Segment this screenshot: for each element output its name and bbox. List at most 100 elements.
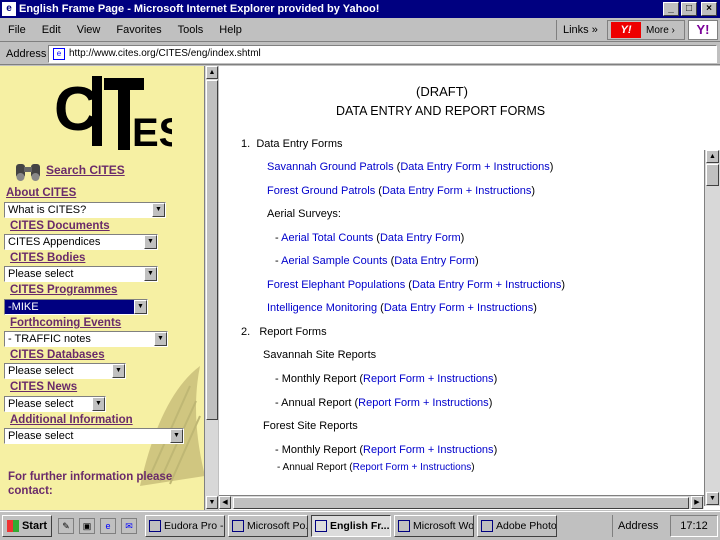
left-frame-scrollbar[interactable]: ▲ ▼ <box>204 66 218 510</box>
menu-file[interactable]: File <box>0 24 34 36</box>
horizontal-scrollbar[interactable]: ◀ ▶ <box>219 495 704 509</box>
edit-icon[interactable]: ✎ <box>58 518 74 534</box>
window-title: English Frame Page - Microsoft Internet … <box>19 3 380 15</box>
section-data-entry-forms: 1. Data Entry Forms <box>241 138 343 150</box>
forthcoming-events-label[interactable]: Forthcoming Events <box>10 317 121 329</box>
scroll-down-icon[interactable]: ▼ <box>706 492 719 505</box>
chevron-down-icon[interactable]: ▼ <box>152 203 165 217</box>
cites-databases-select[interactable]: Please select ▼ <box>4 363 126 379</box>
task-eudora[interactable]: Eudora Pro - ... <box>145 515 225 537</box>
scroll-thumb[interactable] <box>706 164 719 186</box>
cites-documents-label[interactable]: CITES Documents <box>10 220 110 232</box>
aerial-total-counts-form-link[interactable]: Data Entry Form <box>380 232 461 244</box>
cites-programmes-label[interactable]: CITES Programmes <box>10 284 117 296</box>
forest-ground-patrols-item: Forest Ground Patrols (Data Entry Form +… <box>267 185 536 197</box>
forest-ground-patrols-link[interactable]: Forest Ground Patrols <box>267 185 375 197</box>
cites-databases-label[interactable]: CITES Databases <box>10 349 105 361</box>
tray-address-toolbar[interactable]: Address <box>612 515 667 537</box>
additional-information-label[interactable]: Additional Information <box>10 414 133 426</box>
scroll-left-icon[interactable]: ◀ <box>219 496 231 509</box>
chevron-down-icon[interactable]: ▼ <box>112 364 125 378</box>
word-icon <box>398 520 410 532</box>
address-input[interactable]: e http://www.cites.org/CITES/eng/index.s… <box>48 45 717 63</box>
menu-tools[interactable]: Tools <box>170 24 212 36</box>
about-cites-label[interactable]: About CITES <box>6 187 76 199</box>
about-cites-select[interactable]: What is CITES? ▼ <box>4 202 166 218</box>
start-button[interactable]: Start <box>2 515 52 537</box>
forest-elephant-populations-item: Forest Elephant Populations (Data Entry … <box>267 279 566 291</box>
yahoo-more-button[interactable]: More › <box>646 25 675 36</box>
outlook-icon[interactable]: ✉ <box>121 518 137 534</box>
aerial-sample-counts-form-link[interactable]: Data Entry Form <box>394 255 475 267</box>
scroll-thumb[interactable] <box>233 497 689 509</box>
savannah-monthly-report-item: - Monthly Report (Report Form + Instruct… <box>275 373 498 385</box>
yahoo-logo-icon[interactable]: Y! <box>611 22 641 38</box>
task-photoshop[interactable]: Adobe Photo... <box>477 515 557 537</box>
savannah-annual-report-link[interactable]: Report Form + Instructions <box>358 397 489 409</box>
cites-programmes-select[interactable]: -MIKE ▼ <box>4 299 148 315</box>
savannah-ground-patrols-form-link[interactable]: Data Entry Form + Instructions <box>400 161 549 173</box>
links-chevron-icon[interactable]: » <box>592 24 598 36</box>
address-label: Address <box>6 47 47 60</box>
close-button[interactable]: × <box>701 2 717 16</box>
aerial-sample-counts-link[interactable]: Aerial Sample Counts <box>281 255 387 267</box>
forest-monthly-report-link[interactable]: Report Form + Instructions <box>363 444 494 456</box>
powerpoint-icon <box>232 520 244 532</box>
savannah-ground-patrols-link[interactable]: Savannah Ground Patrols <box>267 161 394 173</box>
clock: 17:12 <box>670 515 718 537</box>
scroll-right-icon[interactable]: ▶ <box>691 496 703 509</box>
search-cites[interactable]: Search CITES <box>14 158 125 182</box>
windows-flag-icon <box>6 520 19 532</box>
chevron-down-icon[interactable]: ▼ <box>144 267 157 281</box>
links-toolbar[interactable]: Links » <box>556 20 604 40</box>
forest-annual-report-item: - Annual Report (Report Form + Instructi… <box>277 462 475 473</box>
intelligence-monitoring-form-link[interactable]: Data Entry Form + Instructions <box>384 302 533 314</box>
scroll-down-icon[interactable]: ▼ <box>206 496 218 509</box>
aerial-sample-counts-item: - Aerial Sample Counts (Data Entry Form) <box>275 255 479 267</box>
aerial-total-counts-link[interactable]: Aerial Total Counts <box>281 232 373 244</box>
cites-news-select[interactable]: Please select ▼ <box>4 396 106 412</box>
forthcoming-events-select[interactable]: - TRAFFIC notes ▼ <box>4 331 168 347</box>
chevron-down-icon[interactable]: ▼ <box>144 235 157 249</box>
scroll-up-icon[interactable]: ▲ <box>706 150 719 163</box>
content-scrollbar[interactable]: ▲ ▼ <box>704 150 720 506</box>
ie-task-icon <box>315 520 327 532</box>
further-information-text: For further information please contact: <box>8 471 173 497</box>
search-cites-link[interactable]: Search CITES <box>46 163 125 177</box>
task-english-frame[interactable]: English Fr... <box>311 515 391 537</box>
scroll-up-icon[interactable]: ▲ <box>206 66 218 79</box>
minimize-button[interactable]: _ <box>663 2 679 16</box>
forest-elephant-populations-link[interactable]: Forest Elephant Populations <box>267 279 405 291</box>
task-powerpoint[interactable]: Microsoft Po... <box>228 515 308 537</box>
aerial-surveys-label: Aerial Surveys: <box>267 208 341 220</box>
forest-annual-report-link[interactable]: Report Form + Instructions <box>353 462 472 473</box>
menu-favorites[interactable]: Favorites <box>108 24 169 36</box>
yahoo-toolbar[interactable]: Y! More › <box>607 20 685 40</box>
ie-quick-icon[interactable]: e <box>100 518 116 534</box>
desktop-icon[interactable]: ▣ <box>79 518 95 534</box>
taskbar: Start ✎ ▣ e ✉ Eudora Pro - ... Microsoft… <box>0 511 720 540</box>
chevron-down-icon[interactable]: ▼ <box>134 300 147 314</box>
forest-ground-patrols-form-link[interactable]: Data Entry Form + Instructions <box>382 185 531 197</box>
binoculars-icon <box>16 164 40 181</box>
chevron-down-icon[interactable]: ▼ <box>170 429 183 443</box>
maximize-button[interactable]: □ <box>681 2 697 16</box>
additional-information-select[interactable]: Please select ▼ <box>4 428 184 444</box>
cites-bodies-select[interactable]: Please select ▼ <box>4 266 158 282</box>
cites-documents-select[interactable]: CITES Appendices ▼ <box>4 234 158 250</box>
chevron-down-icon[interactable]: ▼ <box>92 397 105 411</box>
cites-bodies-label[interactable]: CITES Bodies <box>10 252 85 264</box>
menu-help[interactable]: Help <box>211 24 250 36</box>
page-icon: e <box>53 48 65 60</box>
cites-news-label[interactable]: CITES News <box>10 381 77 393</box>
savannah-monthly-report-link[interactable]: Report Form + Instructions <box>363 373 494 385</box>
windows-throbber-icon: Y! <box>688 20 718 40</box>
intelligence-monitoring-link[interactable]: Intelligence Monitoring <box>267 302 377 314</box>
menu-edit[interactable]: Edit <box>34 24 69 36</box>
menu-view[interactable]: View <box>69 24 109 36</box>
scroll-thumb[interactable] <box>206 80 218 420</box>
forest-elephant-populations-form-link[interactable]: Data Entry Form + Instructions <box>412 279 561 291</box>
chevron-down-icon[interactable]: ▼ <box>154 332 167 346</box>
task-word[interactable]: Microsoft Wo... <box>394 515 474 537</box>
aerial-total-counts-item: - Aerial Total Counts (Data Entry Form) <box>275 232 465 244</box>
